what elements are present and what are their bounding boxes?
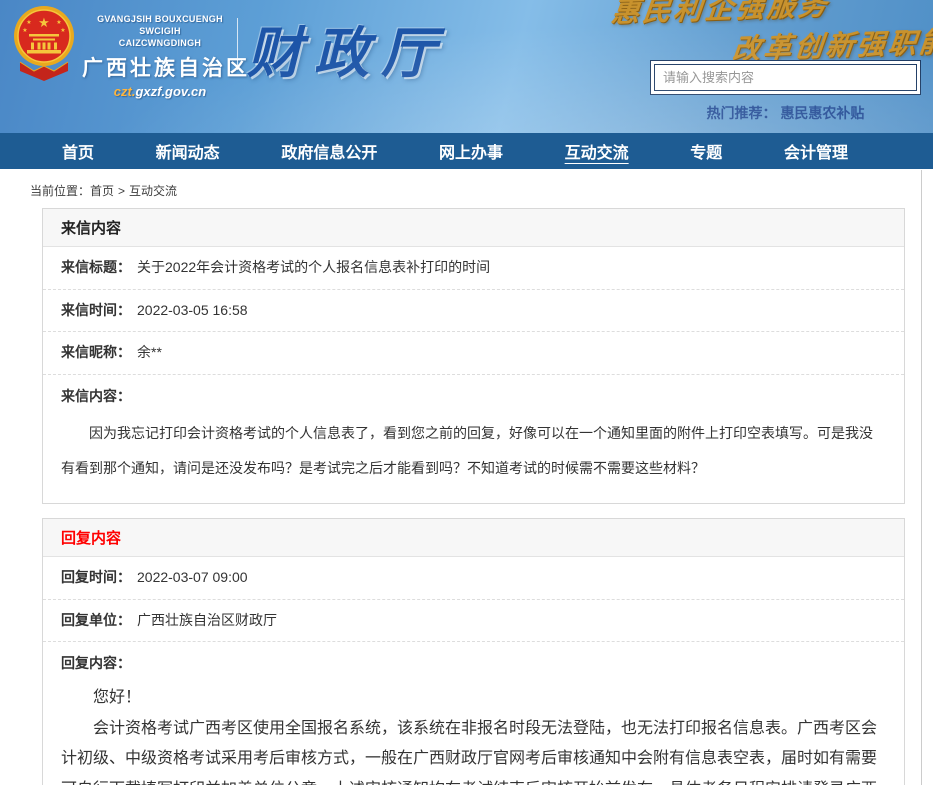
site-url: czt.gxzf.gov.cn — [82, 84, 238, 99]
reply-time-value: 2022-03-07 09:00 — [137, 568, 248, 588]
reply-greeting: 您好！ — [61, 683, 886, 713]
svg-text:★: ★ — [60, 27, 65, 34]
reply-box-title: 回复内容 — [43, 519, 904, 557]
svg-text:★: ★ — [38, 15, 50, 30]
reply-content-label: 回复内容： — [61, 655, 131, 671]
reply-unit-label: 回复单位： — [61, 611, 131, 631]
letter-subject-value: 关于2022年会计资格考试的个人报名信息表补打印的时间 — [137, 258, 490, 278]
reply-unit-value: 广西壮族自治区财政厅 — [137, 611, 277, 631]
svg-text:★: ★ — [26, 19, 31, 26]
breadcrumb: 当前位置：首页 > 互动交流 — [30, 182, 933, 199]
nav-item-interaction[interactable]: 互动交流 — [565, 139, 629, 163]
org-identity: GVANGJSIH BOUXCUENGH SWCIGIH CAIZCWNGDIN… — [82, 13, 238, 99]
breadcrumb-current-link[interactable]: 互动交流 — [129, 184, 177, 198]
hot-link[interactable]: 惠民惠农补贴 — [780, 105, 864, 121]
letter-time-label: 来信时间： — [61, 301, 131, 321]
main-nav: 首页 新闻动态 政府信息公开 网上办事 互动交流 专题 会计管理 — [0, 133, 933, 169]
nav-item-gov-info[interactable]: 政府信息公开 — [281, 139, 377, 163]
letter-content-text: 因为我忘记打印会计资格考试的个人信息表了，看到您之前的回复，好像可以在一个通知里… — [61, 416, 886, 487]
svg-text:★: ★ — [22, 27, 27, 34]
letter-nickname-value: 余** — [137, 343, 162, 363]
reply-content-section: 回复内容： 您好！ 会计资格考试广西考区使用全国报名系统，该系统在非报名时段无法… — [43, 642, 904, 785]
national-emblem-icon: ★ ★ ★ ★ ★ — [12, 5, 76, 86]
nav-item-topics[interactable]: 专题 — [690, 139, 722, 163]
letter-box-title: 来信内容 — [43, 209, 904, 247]
reply-time-label: 回复时间： — [61, 568, 131, 588]
breadcrumb-separator: > — [118, 184, 125, 198]
nav-item-news[interactable]: 新闻动态 — [156, 139, 220, 163]
letter-subject-label: 来信标题： — [61, 258, 131, 278]
org-name: 广西壮族自治区 — [82, 52, 238, 82]
search-box — [650, 60, 921, 95]
breadcrumb-home-link[interactable]: 首页 — [90, 184, 114, 198]
reply-time-row: 回复时间： 2022-03-07 09:00 — [43, 557, 904, 600]
letter-nickname-row: 来信昵称： 余** — [43, 332, 904, 375]
reply-content-text: 会计资格考试广西考区使用全国报名系统，该系统在非报名时段无法登陆，也无法打印报名… — [61, 714, 886, 785]
nav-item-home[interactable]: 首页 — [62, 139, 94, 163]
hot-recommendation: 热门推荐： 惠民惠农补贴 — [650, 103, 921, 123]
letter-time-row: 来信时间： 2022-03-05 16:58 — [43, 290, 904, 333]
search-input[interactable] — [654, 64, 917, 91]
header-divider — [237, 18, 238, 70]
hot-label: 热门推荐： — [707, 105, 777, 121]
page-right-edge — [921, 170, 922, 785]
reply-unit-row: 回复单位： 广西壮族自治区财政厅 — [43, 600, 904, 643]
reply-box: 回复内容 回复时间： 2022-03-07 09:00 回复单位： 广西壮族自治… — [42, 518, 905, 785]
letter-subject-row: 来信标题： 关于2022年会计资格考试的个人报名信息表补打印的时间 — [43, 247, 904, 290]
org-zhuang-line1: GVANGJSIH BOUXCUENGH SWCIGIH — [82, 13, 238, 37]
site-header: ★ ★ ★ ★ ★ GVANGJSIH BOUXCUENGH SWCIGIH C… — [0, 0, 933, 133]
nav-item-online-services[interactable]: 网上办事 — [439, 139, 503, 163]
org-zhuang-line2: CAIZCWNGDINGH — [82, 37, 238, 49]
svg-text:★: ★ — [56, 19, 61, 26]
nav-item-accounting[interactable]: 会计管理 — [784, 139, 848, 163]
letter-nickname-label: 来信昵称： — [61, 343, 131, 363]
site-url-prefix: czt. — [114, 84, 136, 99]
letter-box: 来信内容 来信标题： 关于2022年会计资格考试的个人报名信息表补打印的时间 来… — [42, 208, 905, 504]
site-url-rest: gxzf.gov.cn — [135, 84, 206, 99]
letter-time-value: 2022-03-05 16:58 — [137, 301, 248, 321]
department-title: 财政厅 — [247, 8, 448, 88]
breadcrumb-prefix: 当前位置： — [30, 184, 90, 198]
letter-content-label: 来信内容： — [61, 388, 131, 404]
letter-content-section: 来信内容： 因为我忘记打印会计资格考试的个人信息表了，看到您之前的回复，好像可以… — [43, 375, 904, 503]
